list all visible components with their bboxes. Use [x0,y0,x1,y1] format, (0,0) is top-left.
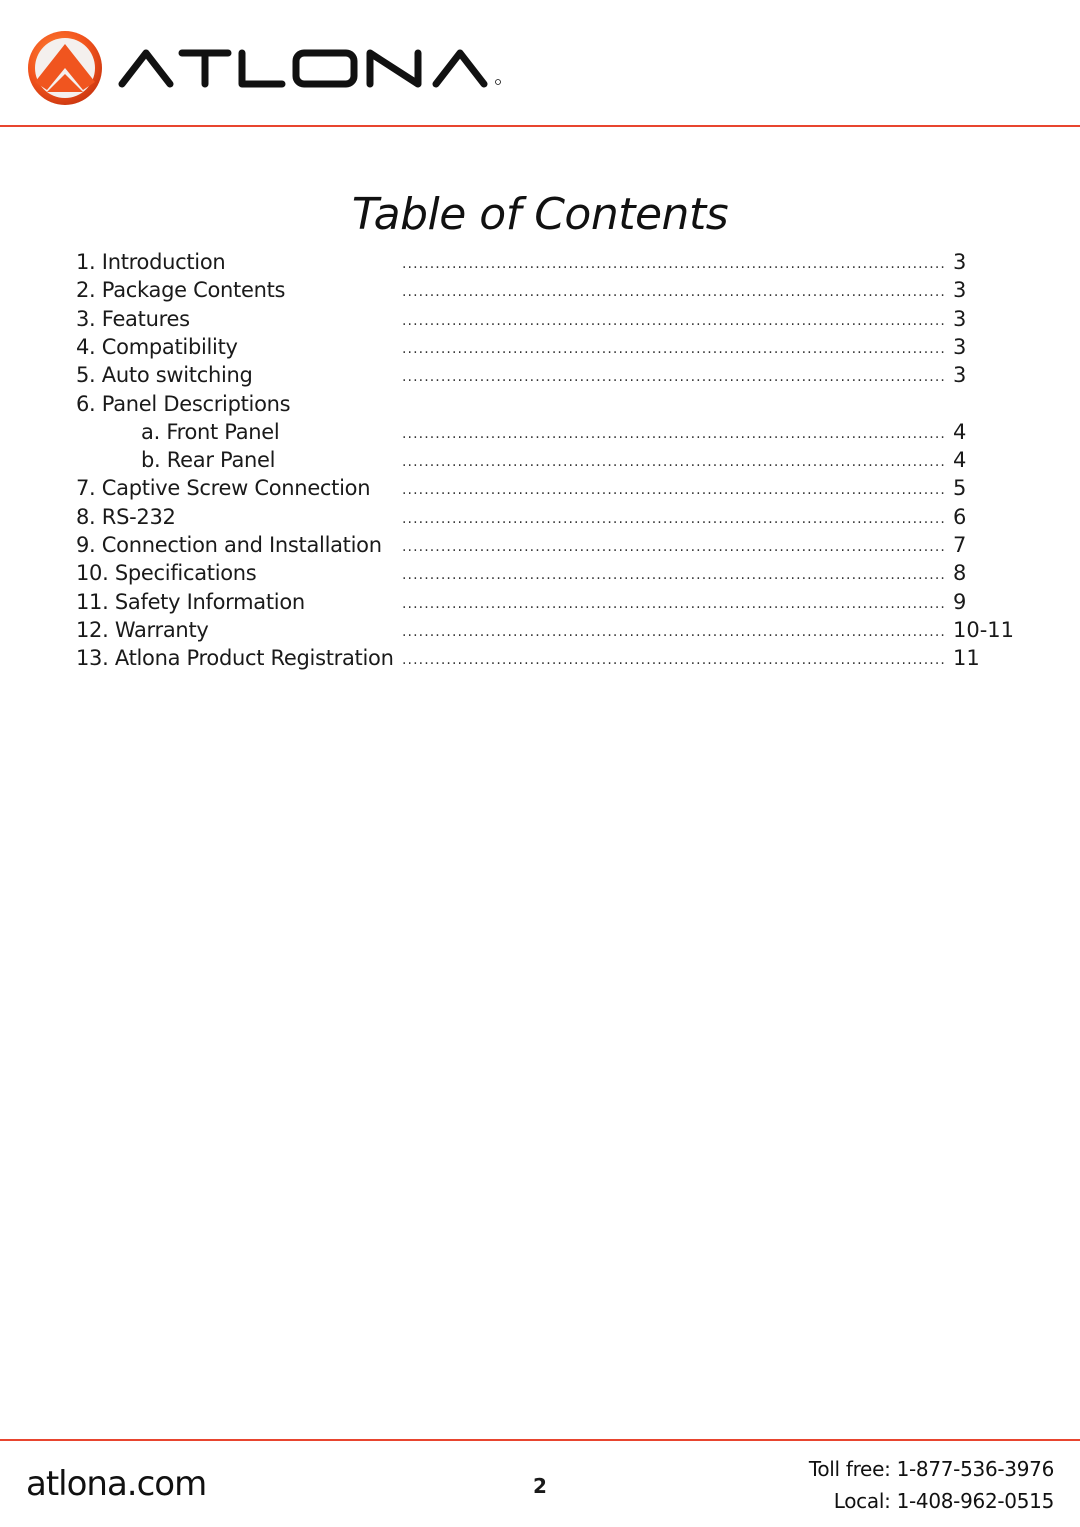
toc-entry-page: 3 [953,250,967,274]
toc-entry-label: 13. Atlona Product Registration [76,646,394,671]
header-divider [0,125,1080,127]
page-title: Table of Contents [351,189,729,241]
toc-entry-page: 9 [953,589,967,614]
toc-entry-label: 12. Warranty [76,617,209,642]
toc-entry-label: 4. Compatibility [76,334,238,359]
toc-dot-leader: ........................................… [402,510,947,527]
toc-entry-label: b. Rear Panel [141,448,276,473]
toc-entry-page: 7 [953,533,967,557]
toc-entry-label: 6. Panel Descriptions [76,391,291,416]
toc-entry-page: 10-11 [953,617,1015,642]
toc-entry-page: 8 [953,561,967,586]
toc-dot-leader: ........................................… [402,567,947,584]
toc-dot-leader: ........................................… [402,369,947,386]
toc-entry[interactable]: 4. Compatibility........................… [0,333,1080,361]
toc-dot-leader: ........................................… [402,595,947,612]
local-phone: Local: 1-408-962-0515 [833,1489,1055,1513]
toc-entry[interactable]: 5. Auto switching.......................… [0,361,1080,389]
toc-dot-leader: ........................................… [402,539,947,555]
toc-entry[interactable]: 7. Captive Screw Connection.............… [0,474,1080,502]
toll-free-phone: Toll free: 1-877-536-3976 [808,1457,1054,1481]
footer-website: atlona.com [26,1464,207,1504]
toc-entry[interactable]: 1. Introduction.........................… [0,248,1080,276]
toc-dot-leader: ........................................… [402,425,947,442]
toc-entry[interactable]: a. Front Panel..........................… [0,418,1080,446]
toc-entry-label: 8. RS-232 [76,504,176,529]
toc-entry-page: 4 [953,448,967,473]
toc-dot-leader: ........................................… [402,482,947,499]
toc-entry-page: 4 [953,419,967,444]
toc-entry[interactable]: 2. Package Contents.....................… [0,276,1080,304]
toc-entry[interactable]: 13. Atlona Product Registration.........… [0,644,1080,672]
atlona-logo-icon [28,31,102,105]
toc-entry-label: 9. Connection and Installation [76,533,382,557]
toc-entry-label: 1. Introduction [76,250,226,274]
page-number: 2 [533,1474,547,1498]
toc-entry-label: a. Front Panel [141,419,280,444]
toc-entry[interactable]: b. Rear Panel...........................… [0,446,1080,474]
toc-entry[interactable]: 10. Specifications......................… [0,559,1080,587]
toc-entry[interactable]: 6. Panel Descriptions [0,390,1080,418]
page-header [0,0,1080,128]
footer-divider [0,1439,1080,1441]
toc-dot-leader: ........................................… [402,652,947,669]
toc-entry-page: 3 [953,334,967,359]
atlona-wordmark [118,49,501,88]
toc-dot-leader: ........................................… [402,312,947,329]
toc-entry-label: 2. Package Contents [76,278,286,303]
toc-entry[interactable]: 3. Features.............................… [0,305,1080,333]
toc-entry[interactable]: 12. Warranty............................… [0,616,1080,644]
toc-entry[interactable]: 9. Connection and Installation..........… [0,531,1080,559]
toc-dot-leader: ........................................… [402,256,947,272]
toc-entry-page: 11 [953,646,980,671]
toc-entry-page: 3 [953,363,967,388]
toc-entry-page: 5 [953,476,967,501]
toc-entry-page: 6 [953,504,967,529]
toc-entry[interactable]: 8. RS-232...............................… [0,503,1080,531]
toc-entry-label: 11. Safety Information [76,589,305,614]
toc-entry[interactable]: 11. Safety Information..................… [0,588,1080,616]
toc-dot-leader: ........................................… [402,340,947,357]
toc-entry-label: 5. Auto switching [76,363,253,388]
toc-dot-leader: ........................................… [402,623,947,640]
toc-dot-leader: ........................................… [402,284,947,301]
toc-entry-page: 3 [953,306,967,331]
toc-entry-label: 7. Captive Screw Connection [76,476,371,501]
toc-dot-leader: ........................................… [402,454,947,471]
toc-entry-label: 10. Specifications [76,561,257,586]
toc-entry-label: 3. Features [76,306,190,331]
toc-entry-page: 3 [953,278,967,303]
